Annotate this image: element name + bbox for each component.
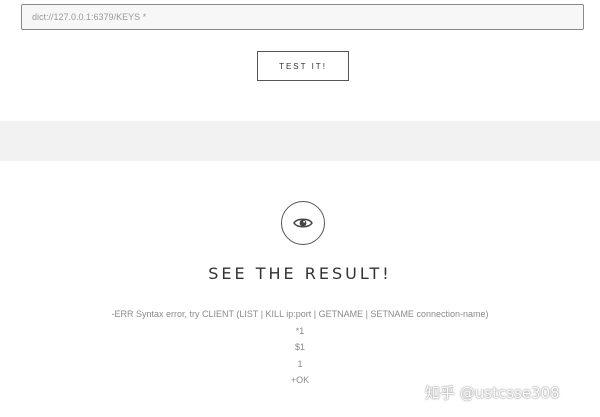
result-line: *1 (295, 325, 305, 336)
result-line: -ERR Syntax error, try CLIENT (LIST | KI… (111, 309, 489, 319)
result-line: $1 (294, 342, 305, 353)
eye-icon (293, 218, 313, 228)
result-line: 1 (297, 358, 303, 369)
result-output: -ERR Syntax error, try CLIENT (LIST | KI… (0, 306, 600, 389)
test-it-button[interactable]: TEST IT! (257, 51, 349, 81)
url-input[interactable] (21, 4, 584, 30)
result-title: SEE THE RESULT! (208, 264, 392, 283)
watermark: 知乎 @ustcsse308 (425, 384, 560, 402)
eye-icon-circle (281, 201, 325, 245)
section-divider-band (0, 121, 600, 161)
